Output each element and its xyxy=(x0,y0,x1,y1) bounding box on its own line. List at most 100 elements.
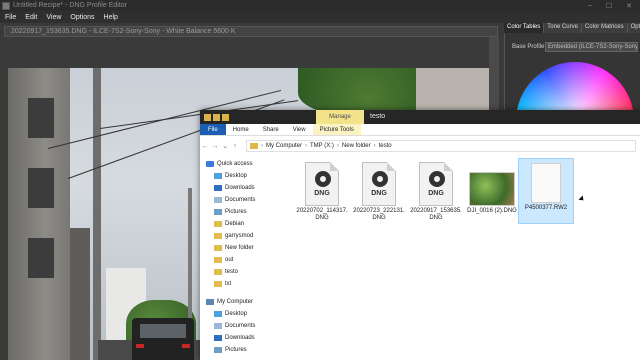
folder-icon xyxy=(214,244,222,251)
file-tile[interactable]: DNG 20220917_153635. DNG xyxy=(408,158,464,224)
file-name: 20220702_114317. DNG xyxy=(296,208,348,221)
nav-item-documents[interactable]: Documents 📌 xyxy=(214,194,290,205)
forward-arrow-icon[interactable]: → xyxy=(210,143,220,150)
breadcrumb-my-computer[interactable]: My Computer xyxy=(266,143,302,149)
minimize-button[interactable]: – xyxy=(588,2,592,10)
nav-label: out xyxy=(225,256,234,263)
nav-label: New folder xyxy=(225,244,254,251)
file-name: DJI_0016 (2).DNG xyxy=(467,208,517,214)
folder-icon xyxy=(250,143,258,149)
folder-icon xyxy=(214,220,222,227)
manage-context-tab[interactable]: Manage xyxy=(316,110,364,124)
ribbon-tab-home[interactable]: Home xyxy=(226,124,256,135)
ribbon-tab-file[interactable]: File xyxy=(200,124,226,135)
dng-badge: DNG xyxy=(428,190,444,197)
breadcrumb-new-folder[interactable]: New folder xyxy=(342,143,371,149)
nav-pc-pictures[interactable]: Pictures xyxy=(214,344,247,355)
screen: Untitled Recipe* - DNG Profile Editor – … xyxy=(0,0,640,360)
menu-options[interactable]: Options xyxy=(70,14,94,21)
base-profile-select[interactable]: Embedded (ILCE-7S2-Sony-Sony xyxy=(545,42,638,52)
tail-light xyxy=(182,344,190,348)
nav-label: garrysmod xyxy=(225,232,254,239)
nav-item-new-folder[interactable]: New folder xyxy=(214,242,254,253)
recent-chevron-icon[interactable]: ⌄ xyxy=(220,142,230,150)
nav-label: Downloads xyxy=(225,334,255,341)
ribbon-tab-share[interactable]: Share xyxy=(256,124,286,135)
close-button[interactable]: ✕ xyxy=(626,2,632,10)
window-title: Untitled Recipe* - DNG Profile Editor xyxy=(13,2,127,9)
documents-icon xyxy=(214,196,222,203)
explorer-title-bar: Manage testo xyxy=(200,110,640,124)
nav-label: Desktop xyxy=(225,310,248,317)
desktop-icon xyxy=(214,172,222,179)
folder-icon xyxy=(214,280,222,287)
up-arrow-icon[interactable]: ↑ xyxy=(230,143,240,150)
nav-item-downloads[interactable]: Downloads 📌 xyxy=(214,182,290,193)
ribbon-tab-picture-tools[interactable]: Picture Tools xyxy=(312,124,361,135)
file-name: 20220917_153635. DNG xyxy=(410,208,462,221)
tab-color-tables[interactable]: Color Tables xyxy=(504,23,545,33)
nav-pc-downloads[interactable]: Downloads xyxy=(214,332,255,343)
nav-pc-desktop[interactable]: Desktop xyxy=(214,308,247,319)
path-box[interactable]: › My Computer › TMP (X:) › New folder › … xyxy=(246,140,636,152)
tab-tone-curve[interactable]: Tone Curve xyxy=(544,23,582,33)
nav-item-debian[interactable]: Debian 📌 xyxy=(214,218,290,229)
nav-item-testo[interactable]: testo xyxy=(214,266,238,277)
folder-icon xyxy=(214,232,222,239)
computer-icon xyxy=(206,298,214,305)
tab-options[interactable]: Optio xyxy=(627,23,640,33)
menu-help[interactable]: Help xyxy=(104,14,118,21)
dng-badge: DNG xyxy=(371,190,387,197)
dng-file-icon: DNG xyxy=(305,162,339,206)
ribbon-tab-view[interactable]: View xyxy=(286,124,313,135)
aperture-icon xyxy=(315,171,331,187)
building-window xyxy=(28,98,54,138)
pictures-icon xyxy=(214,346,222,353)
menu-bar: File Edit View Options Help xyxy=(0,11,640,23)
documents-icon xyxy=(214,322,222,329)
image-thumbnail xyxy=(469,172,515,206)
tail-light xyxy=(136,344,144,348)
nav-label: Quick access xyxy=(217,160,253,167)
tab-color-matrices[interactable]: Color Matrices xyxy=(581,23,628,33)
file-area: DNG 20220702_114317. DNG DNG 20220723_22… xyxy=(280,158,640,360)
generic-file-icon xyxy=(531,163,561,203)
nav-item-pictures[interactable]: Pictures 📌 xyxy=(214,206,290,217)
window-controls: – ☐ ✕ xyxy=(588,2,640,10)
menu-edit[interactable]: Edit xyxy=(25,14,37,21)
nav-label: testo xyxy=(225,268,239,275)
document-tab[interactable]: 20220917_153635.DNG - ILCE-7S2-Sony-Sony… xyxy=(4,26,498,37)
nav-my-computer[interactable]: My Computer xyxy=(206,296,253,307)
folder-icon[interactable] xyxy=(204,113,211,121)
navigation-pane: Quick access Desktop 📌 Downloads 📌 Docum… xyxy=(200,158,290,360)
dng-file-icon: DNG xyxy=(362,162,396,206)
building-window xyxy=(28,168,54,208)
file-tile[interactable]: DNG 20220723_222131. DNG xyxy=(351,158,407,224)
file-tile[interactable]: DNG 20220702_114317. DNG xyxy=(294,158,350,224)
nav-label: Debian xyxy=(225,220,245,227)
dng-badge: DNG xyxy=(314,190,330,197)
breadcrumb-tmp[interactable]: TMP (X:) xyxy=(310,143,334,149)
menu-file[interactable]: File xyxy=(5,14,16,21)
properties-icon[interactable] xyxy=(213,113,220,121)
nav-label: Downloads xyxy=(225,184,255,191)
nav-pc-documents[interactable]: Documents xyxy=(214,320,255,331)
nav-item-txt[interactable]: txt xyxy=(214,278,231,289)
dng-file-icon: DNG xyxy=(419,162,453,206)
quick-access-toolbar xyxy=(200,113,229,121)
back-arrow-icon[interactable]: ← xyxy=(200,143,210,150)
desktop-icon xyxy=(214,310,222,317)
building-window xyxy=(28,238,54,278)
nav-item-out[interactable]: out xyxy=(214,254,233,265)
nav-item-desktop[interactable]: Desktop 📌 xyxy=(214,170,290,181)
nav-label: Documents xyxy=(225,196,256,203)
new-folder-icon[interactable] xyxy=(222,113,229,121)
file-tile[interactable]: DJI_0016 (2).DNG xyxy=(464,158,520,224)
menu-view[interactable]: View xyxy=(46,14,61,21)
nav-item-garrysmod[interactable]: garrysmod 📌 xyxy=(214,230,290,241)
breadcrumb-testo[interactable]: testo xyxy=(379,143,392,149)
nav-quick-access[interactable]: Quick access xyxy=(206,158,253,169)
file-tile-selected[interactable]: P4500377.RW2 xyxy=(518,158,574,224)
nav-label: Desktop xyxy=(225,172,248,179)
maximize-button[interactable]: ☐ xyxy=(606,2,612,10)
